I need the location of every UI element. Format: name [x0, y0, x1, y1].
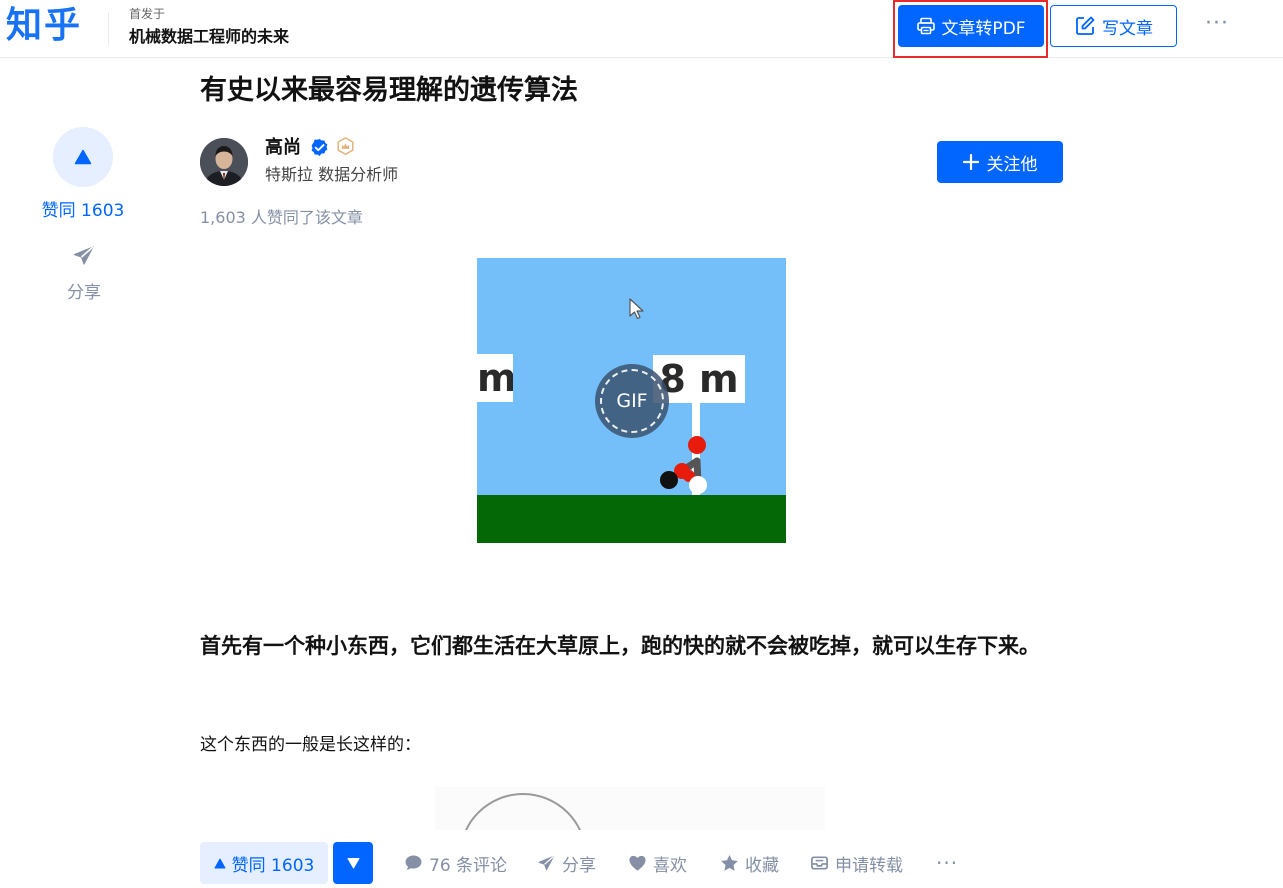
bottom-action-bar: 赞同 1603 76 条评论 分享 喜欢 收藏 申请转载 ··· — [0, 830, 1283, 888]
creator-level-badge-icon — [337, 137, 354, 156]
author-avatar[interactable] — [200, 138, 248, 186]
bottom-more-icon[interactable]: ··· — [936, 842, 958, 884]
more-options-icon[interactable]: ··· — [1200, 10, 1234, 40]
zhihu-logo[interactable]: 知乎 — [6, 4, 82, 48]
mouse-cursor-icon — [629, 298, 644, 320]
article-paragraph-bold: 首先有一个种小东西，它们都生活在大草原上，跑的快的就不会被吃掉，就可以生存下来。 — [200, 634, 1040, 658]
like-label: 喜欢 — [653, 855, 687, 876]
vote-summary: 1,603 人赞同了该文章 — [200, 208, 363, 227]
follow-author-button[interactable]: 关注他 — [937, 141, 1063, 183]
repost-label: 申请转载 — [835, 855, 903, 876]
upvote-triangle-icon — [214, 858, 226, 868]
write-button-label: 写文章 — [1102, 18, 1153, 39]
share-plane-icon[interactable] — [72, 244, 96, 268]
verified-badge-icon — [311, 138, 328, 157]
heart-icon — [629, 855, 646, 871]
article-gif-image[interactable]: m 8 m GIF — [477, 258, 786, 543]
follow-button-label: 关注他 — [986, 154, 1038, 175]
article-to-pdf-button[interactable]: 文章转PDF — [898, 5, 1044, 47]
inbox-tray-icon — [811, 856, 828, 870]
article-second-image[interactable] — [435, 787, 825, 831]
plus-icon — [962, 154, 979, 170]
edit-icon — [1076, 16, 1095, 35]
collect-button[interactable]: 收藏 — [720, 842, 779, 884]
like-button[interactable]: 喜欢 — [628, 842, 687, 884]
share-label: 分享 — [562, 855, 596, 876]
grass-ground — [477, 495, 786, 543]
share-button[interactable]: 分享 — [537, 842, 596, 884]
article-title: 有史以来最容易理解的遗传算法 — [200, 75, 578, 106]
distance-sign-left: m — [477, 354, 513, 402]
top-header: 知乎 首发于 机械数据工程师的未来 文章转PDF 写文章 ··· — [0, 0, 1283, 58]
author-name-link[interactable]: 高尚 — [265, 136, 301, 160]
sidebar-upvote-button[interactable] — [53, 127, 113, 187]
comment-bubble-icon — [405, 855, 422, 870]
downvote-button[interactable] — [333, 842, 373, 884]
sidebar-upvote-label[interactable]: 赞同 1603 — [30, 196, 136, 221]
collect-label: 收藏 — [745, 855, 779, 876]
avatar-portrait — [200, 138, 248, 186]
comments-button[interactable]: 76 条评论 — [404, 842, 507, 884]
author-bio: 特斯拉 数据分析师 — [265, 165, 399, 184]
published-in-label: 首发于 — [129, 7, 166, 21]
star-icon — [721, 854, 738, 871]
upvote-triangle-icon — [74, 149, 92, 165]
comments-label: 76 条评论 — [429, 855, 508, 876]
write-article-button[interactable]: 写文章 — [1050, 5, 1177, 47]
pdf-button-label: 文章转PDF — [941, 18, 1026, 39]
sidebar-share-label[interactable]: 分享 — [50, 278, 118, 303]
downvote-triangle-icon — [347, 858, 359, 869]
share-plane-icon — [538, 855, 555, 870]
repost-request-button[interactable]: 申请转载 — [810, 842, 903, 884]
printer-icon — [917, 17, 936, 35]
gif-play-badge[interactable]: GIF — [595, 364, 669, 438]
creature-figure — [660, 436, 707, 494]
bottom-upvote-button[interactable]: 赞同 1603 — [200, 842, 328, 884]
article-paragraph: 这个东西的一般是长这样的： — [200, 735, 421, 755]
header-divider — [108, 12, 109, 46]
gif-badge-label: GIF — [616, 390, 648, 412]
creature-diagram-arc — [459, 793, 587, 831]
column-name-link[interactable]: 机械数据工程师的未来 — [129, 27, 289, 47]
bottom-upvote-label: 赞同 1603 — [231, 855, 315, 876]
